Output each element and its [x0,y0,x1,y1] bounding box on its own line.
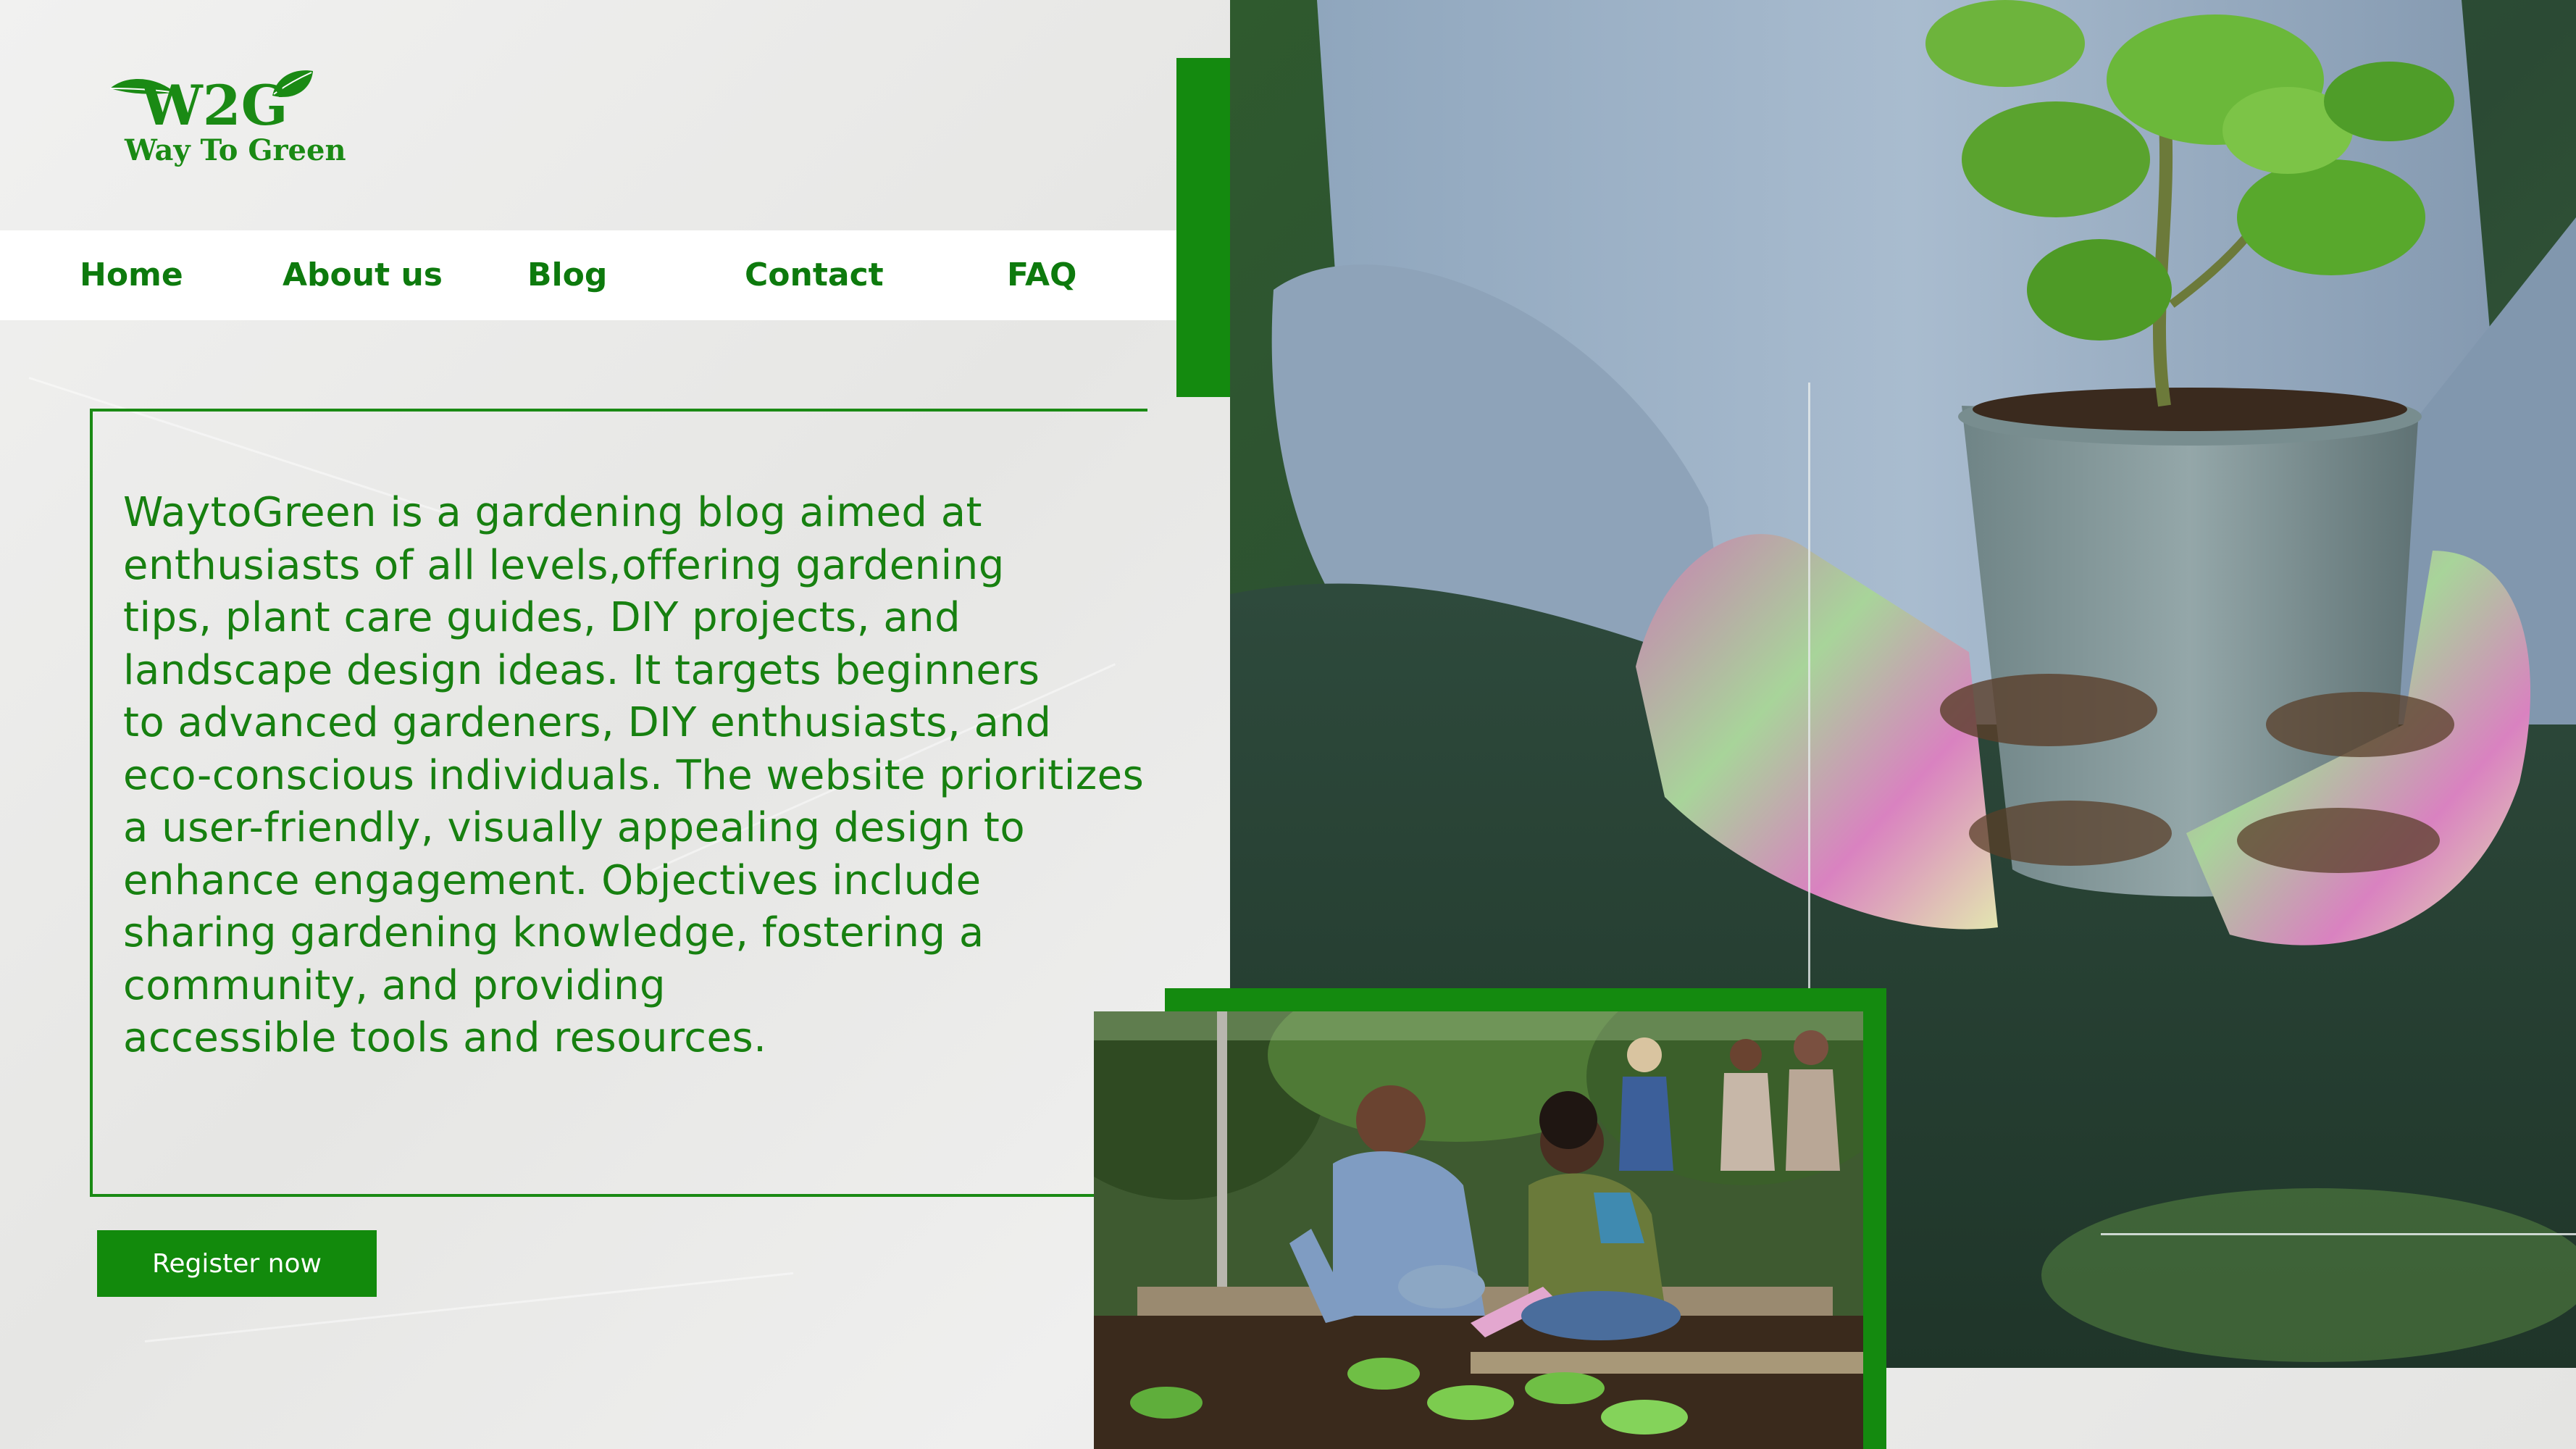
logo-mark-text: W2G [140,73,288,132]
nav-item-faq[interactable]: FAQ [1007,256,1076,293]
description-line: sharing gardening knowledge, fostering a [123,909,984,956]
description-line: enthusiasts of all levels,offering garde… [123,541,1005,589]
nav-item-blog[interactable]: Blog [527,256,607,293]
nav-item-contact[interactable]: Contact [745,256,884,293]
nav-item-home[interactable]: Home [80,256,183,293]
site-description: WaytoGreen is a gardening blog aimed at … [123,487,1224,1065]
register-button[interactable]: Register now [97,1230,377,1297]
description-line: to advanced gardeners, DIY enthusiasts, … [123,699,1052,746]
description-line: tips, plant care guides, DIY projects, a… [123,594,961,641]
community-garden-image [1094,1011,1863,1449]
description-line: accessible tools and resources. [123,1014,767,1061]
decorative-line [2101,1233,2576,1235]
leaf-logo-icon: W2G [109,70,313,132]
description-line: enhance engagement. Objectives include [123,856,982,904]
description-line: eco-conscious individuals. The website p… [123,751,1145,799]
main-navigation: Home About us Blog Contact FAQ [0,230,1176,320]
description-line: WaytoGreen is a gardening blog aimed at [123,489,983,536]
accent-bar [1176,58,1230,397]
nav-item-about-us[interactable]: About us [283,256,443,293]
decorative-line [1808,383,1810,991]
landing-page: W2G Way To Green Home About us Blog Cont… [0,0,2576,1449]
description-line: community, and providing [123,961,666,1009]
description-line: landscape design ideas. It targets begin… [123,646,1040,694]
brand-logo[interactable]: W2G Way To Green [106,67,352,183]
description-line: a user-friendly, visually appealing desi… [123,804,1026,851]
brand-name: Way To Green [125,133,346,167]
